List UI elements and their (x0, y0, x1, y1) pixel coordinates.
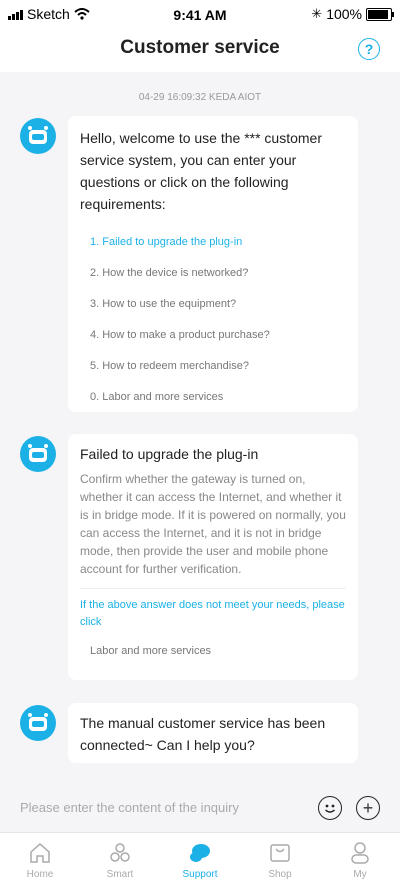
battery-percent: 100% (326, 6, 362, 22)
answer-body: Confirm whether the gateway is turned on… (80, 472, 346, 576)
option-labor-services[interactable]: 0. Labor and more services (80, 382, 346, 413)
bot-avatar (20, 436, 56, 472)
option-redeem-merchandise[interactable]: 5. How to redeem merchandise? (80, 351, 346, 382)
home-icon (30, 842, 50, 863)
plus-button[interactable]: + (356, 796, 380, 820)
divider (80, 588, 346, 589)
bot-avatar (20, 705, 56, 741)
option-product-purchase[interactable]: 4. How to make a product purchase? (80, 320, 346, 351)
battery-icon (366, 7, 394, 21)
plus-icon: + (362, 798, 374, 818)
tab-my[interactable]: My (320, 833, 400, 884)
option-use-equipment[interactable]: 3. How to use the equipment? (80, 289, 346, 320)
emoji-button[interactable] (318, 796, 342, 820)
tab-support-label: Support (182, 869, 218, 880)
answer-title: Failed to upgrade the plug-in (80, 446, 259, 462)
tab-smart[interactable]: Smart (80, 833, 160, 884)
tab-bar: Home Smart Support Shop My (0, 832, 400, 884)
tab-smart-label: Smart (106, 869, 134, 880)
nav-bar: Customer service ? (0, 28, 400, 72)
tab-support[interactable]: Support (160, 833, 240, 884)
status-bar: Sketch 9:41 AM ✳ 100% (0, 0, 400, 28)
robot-icon (28, 713, 48, 731)
status-right: ✳ 100% (311, 6, 394, 22)
robot-icon (28, 126, 48, 144)
option-upgrade-plugin[interactable]: 1. Failed to upgrade the plug-in (80, 227, 346, 258)
emoji-icon (325, 804, 335, 813)
option-device-network[interactable]: 2. How the device is networked? (80, 258, 346, 289)
message-input[interactable]: Please enter the content of the inquiry (20, 800, 239, 815)
tab-shop[interactable]: Shop (240, 833, 320, 884)
bot-message-connected: The manual customer service has been con… (68, 703, 358, 763)
tab-my-label: My (353, 869, 367, 880)
message-input-bar: Please enter the content of the inquiry … (0, 786, 400, 832)
tab-shop-label: Shop (268, 869, 292, 880)
user-icon (351, 842, 369, 864)
labor-services-link[interactable]: Labor and more services (80, 645, 346, 657)
not-satisfied-link[interactable]: If the above answer does not meet your n… (80, 597, 346, 631)
page-title: Customer service (120, 37, 280, 58)
tab-home[interactable]: Home (0, 833, 80, 884)
bot-message-welcome: Hello, welcome to use the *** customer s… (68, 116, 358, 412)
quick-options-list: 1. Failed to upgrade the plug-in 2. How … (80, 227, 346, 413)
smart-icon (110, 843, 130, 862)
shop-icon (270, 844, 290, 862)
bluetooth-icon: ✳ (311, 6, 323, 21)
support-icon (190, 844, 210, 862)
chat-timestamp: 04-29 16:09:32 KEDA AIOT (138, 92, 262, 103)
welcome-text: Hello, welcome to use the *** customer s… (80, 130, 322, 212)
bot-avatar (20, 118, 56, 154)
help-icon[interactable]: ? (358, 38, 380, 60)
tab-home-label: Home (26, 869, 54, 880)
robot-icon (28, 444, 48, 462)
bot-message-answer: Failed to upgrade the plug-in Confirm wh… (68, 434, 358, 680)
